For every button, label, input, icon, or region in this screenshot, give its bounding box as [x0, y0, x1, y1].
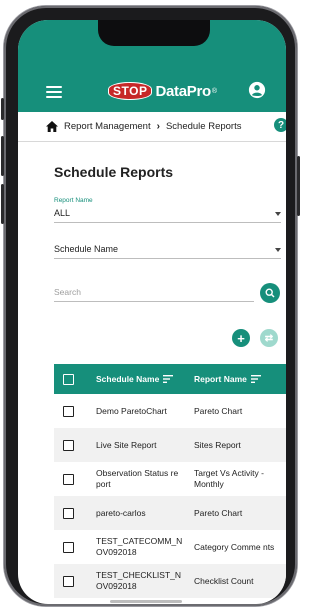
app-logo: STOP DataPro ®: [108, 82, 217, 100]
table-row[interactable]: TEST_CATECOMM_N OV092018 Category Comme …: [54, 530, 286, 564]
add-icon: +: [237, 330, 245, 346]
add-button[interactable]: +: [232, 329, 250, 347]
table-row[interactable]: TEST_CHECKLIST_N OV092018 Checklist Coun…: [54, 564, 286, 598]
table-body: Demo ParetoChart Pareto Chart Live Site …: [54, 394, 286, 598]
schedule-name-cell: Demo ParetoChart: [96, 405, 167, 416]
sort-icon[interactable]: [163, 375, 174, 383]
report-name-cell: Pareto Chart: [194, 507, 243, 518]
schedule-name-header-label: Schedule Name: [96, 374, 160, 384]
horizontal-scrollbar[interactable]: [110, 600, 182, 603]
row-checkbox[interactable]: [62, 541, 74, 553]
search-button[interactable]: [260, 283, 280, 303]
chevron-right-icon: ›: [156, 121, 160, 132]
phone-frame: STOP DataPro ® Report Management › Sched…: [1, 6, 300, 606]
table-header: Schedule Name Report Name: [54, 364, 286, 394]
breadcrumb: Report Management › Schedule Reports: [18, 112, 286, 142]
app-screen: STOP DataPro ® Report Management › Sched…: [18, 20, 286, 604]
report-name-cell: Sites Report: [194, 439, 241, 450]
logo-registered-mark: ®: [211, 87, 218, 95]
breadcrumb-parent[interactable]: Report Management: [64, 121, 151, 132]
row-checkbox[interactable]: [62, 405, 74, 417]
report-name-cell: Target Vs Activity - Monthly: [194, 468, 264, 489]
row-checkbox[interactable]: [62, 575, 74, 587]
schedule-name-cell: Live Site Report: [96, 439, 157, 450]
report-name-header[interactable]: Report Name: [194, 374, 286, 384]
report-name-select[interactable]: ALL: [54, 205, 281, 223]
row-checkbox[interactable]: [62, 439, 74, 451]
schedule-name-cell: TEST_CATECOMM_N OV092018: [96, 536, 183, 557]
table-row[interactable]: Live Site Report Sites Report: [54, 428, 286, 462]
power-button: [297, 156, 300, 216]
account-icon[interactable]: [248, 81, 266, 99]
schedule-name-value: Schedule Name: [54, 244, 119, 254]
home-icon[interactable]: [46, 121, 58, 132]
caret-down-icon: [275, 212, 281, 216]
schedule-name-cell: pareto-carlos: [96, 507, 146, 518]
volume-down-button: [1, 184, 4, 224]
search-icon: [265, 288, 275, 298]
page-title: Schedule Reports: [54, 164, 174, 180]
report-name-value: ALL: [54, 208, 71, 218]
table-row[interactable]: Observation Status re port Target Vs Act…: [54, 462, 286, 496]
row-checkbox[interactable]: [62, 507, 74, 519]
caret-down-icon: [275, 248, 281, 252]
table-row[interactable]: Demo ParetoChart Pareto Chart: [54, 394, 286, 428]
mute-switch: [1, 98, 4, 120]
schedule-name-cell: Observation Status re port: [96, 468, 179, 489]
report-name-label: Report Name: [54, 197, 93, 204]
menu-icon[interactable]: [46, 86, 62, 98]
select-all-checkbox[interactable]: [62, 373, 74, 385]
report-name-header-label: Report Name: [194, 374, 247, 384]
report-name-cell: Category Comme nts: [194, 541, 275, 552]
schedule-name-select[interactable]: Schedule Name: [54, 241, 281, 259]
schedule-name-header[interactable]: Schedule Name: [96, 374, 189, 384]
swap-icon: ⇄: [264, 332, 274, 344]
breadcrumb-current: Schedule Reports: [165, 121, 242, 132]
search-input[interactable]: Search: [54, 282, 254, 302]
logo-text: DataPro: [155, 82, 211, 100]
help-icon[interactable]: ?: [274, 118, 286, 132]
report-name-cell: Pareto Chart: [194, 405, 243, 416]
search-placeholder: Search: [54, 287, 81, 297]
swap-button[interactable]: ⇄: [260, 329, 278, 347]
volume-up-button: [1, 136, 4, 176]
phone-notch: [98, 20, 210, 46]
sort-icon[interactable]: [250, 375, 261, 383]
logo-stop-mark: STOP: [108, 82, 153, 100]
table-row[interactable]: pareto-carlos Pareto Chart: [54, 496, 286, 530]
schedule-name-cell: TEST_CHECKLIST_N OV092018: [96, 570, 182, 591]
row-checkbox[interactable]: [62, 473, 74, 485]
report-name-cell: Checklist Count: [194, 575, 254, 586]
schedule-table: Schedule Name Report Name Demo ParetoCha…: [54, 364, 286, 598]
